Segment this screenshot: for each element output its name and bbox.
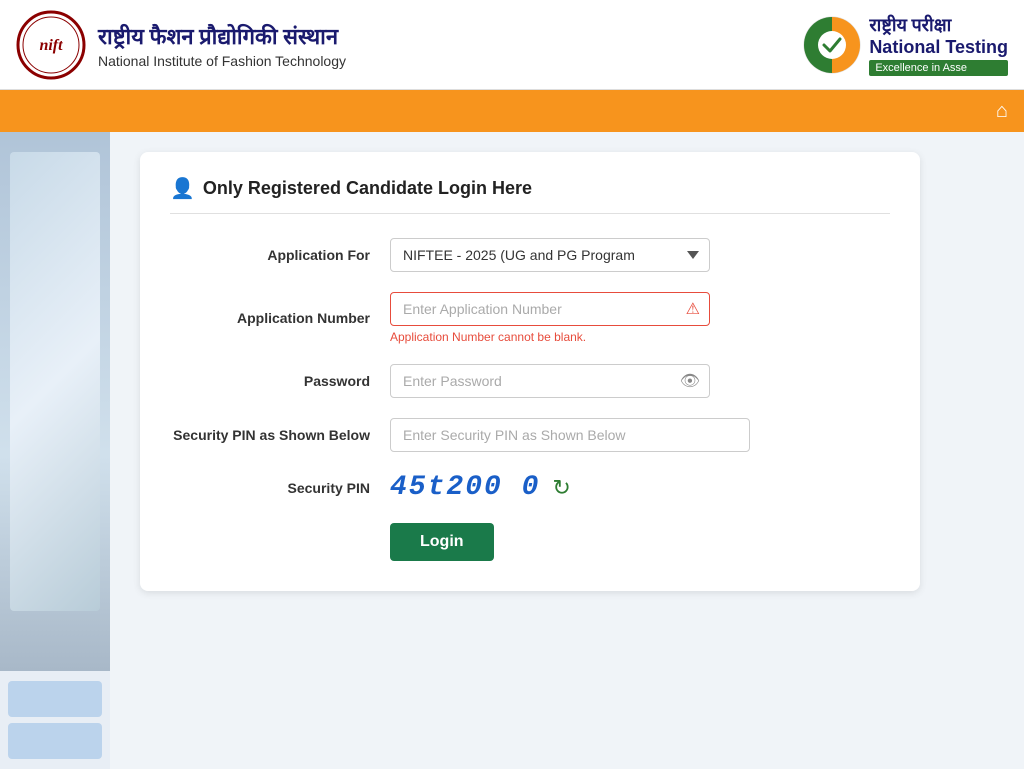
nift-hindi-title: राष्ट्रीय फैशन प्रौद्योगिकी संस्थान [98,21,346,51]
nta-english-title: National Testing [869,37,1008,58]
sidebar-item-2[interactable] [8,723,102,759]
user-icon: 👤 [170,176,195,201]
application-number-input-wrapper: ⚠ [390,292,710,326]
application-number-label: Application Number [170,310,390,326]
login-card: 👤 Only Registered Candidate Login Here A… [140,152,920,591]
security-pin-display: 45t200 0 ↻ [390,472,890,503]
nift-logo: nift [16,10,86,80]
security-pin-display-label: Security PIN [170,480,390,496]
nta-logo-icon [803,16,861,74]
sidebar-image-area [0,132,110,671]
login-title-text: Only Registered Candidate Login Here [203,178,532,199]
header: nift राष्ट्रीय फैशन प्रौद्योगिकी संस्थान… [0,0,1024,90]
security-pin-input-control [390,418,890,452]
refresh-captcha-icon[interactable]: ↻ [552,475,570,501]
login-button-row: Login [170,523,890,561]
nta-hindi-title: राष्ट्रीय परीक्षा [869,13,1008,37]
application-number-control: ⚠ Application Number cannot be blank. [390,292,890,344]
security-pin-display-control: 45t200 0 ↻ [390,472,890,503]
application-number-error-text: Application Number cannot be blank. [390,330,890,344]
password-eye-icon[interactable]: 👁 [680,371,700,391]
application-for-control: NIFTEE - 2025 (UG and PG Program [390,238,890,272]
security-pin-input[interactable] [390,418,750,452]
sidebar-items [0,671,110,769]
password-label: Password [170,373,390,389]
password-input-wrapper: 👁 [390,364,710,398]
password-control: 👁 [390,364,890,398]
home-icon[interactable]: ⌂ [996,100,1008,123]
security-pin-input-label: Security PIN as Shown Below [170,427,390,443]
content-area: 👤 Only Registered Candidate Login Here A… [110,132,1024,769]
main-layout: 👤 Only Registered Candidate Login Here A… [0,132,1024,769]
nta-logo-block: राष्ट्रीय परीक्षा National Testing Excel… [803,13,1008,76]
header-right: राष्ट्रीय परीक्षा National Testing Excel… [803,13,1008,76]
sidebar-item-1[interactable] [8,681,102,717]
nift-title-block: राष्ट्रीय फैशन प्रौद्योगिकी संस्थान Nati… [98,21,346,69]
security-pin-value: 45t200 0 [390,472,540,503]
nta-tagline: Excellence in Asse [869,60,1008,76]
nift-english-title: National Institute of Fashion Technology [98,53,346,69]
nta-text-block: राष्ट्रीय परीक्षा National Testing Excel… [869,13,1008,76]
security-pin-display-row: Security PIN 45t200 0 ↻ [170,472,890,503]
password-input[interactable] [390,364,710,398]
orange-nav-bar: ⌂ [0,90,1024,132]
application-for-row: Application For NIFTEE - 2025 (UG and PG… [170,238,890,272]
application-for-select[interactable]: NIFTEE - 2025 (UG and PG Program [390,238,710,272]
header-left: nift राष्ट्रीय फैशन प्रौद्योगिकी संस्थान… [16,10,346,80]
application-number-row: Application Number ⚠ Application Number … [170,292,890,344]
application-number-input[interactable] [390,292,710,326]
login-card-title: 👤 Only Registered Candidate Login Here [170,176,890,214]
application-number-error-icon: ⚠ [686,299,700,319]
password-row: Password 👁 [170,364,890,398]
security-pin-input-row: Security PIN as Shown Below [170,418,890,452]
login-button[interactable]: Login [390,523,494,561]
svg-text:nift: nift [39,37,63,54]
sidebar [0,132,110,769]
application-for-label: Application For [170,247,390,263]
